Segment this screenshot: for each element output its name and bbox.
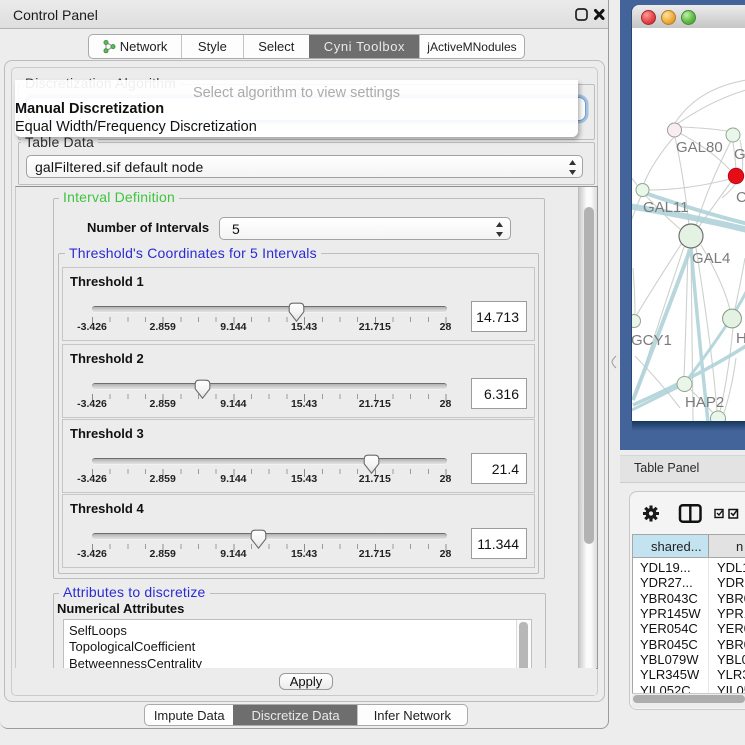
svg-text:GAL4: GAL4 [692, 250, 730, 267]
svg-text:HAP2: HAP2 [685, 394, 724, 411]
svg-text:GAL11: GAL11 [643, 199, 689, 216]
svg-text:H: H [736, 330, 745, 347]
svg-text:C: C [736, 189, 745, 206]
svg-text:GCY1: GCY1 [632, 332, 672, 349]
svg-text:G.: G. [734, 146, 745, 163]
svg-text:GAL80: GAL80 [676, 139, 723, 156]
